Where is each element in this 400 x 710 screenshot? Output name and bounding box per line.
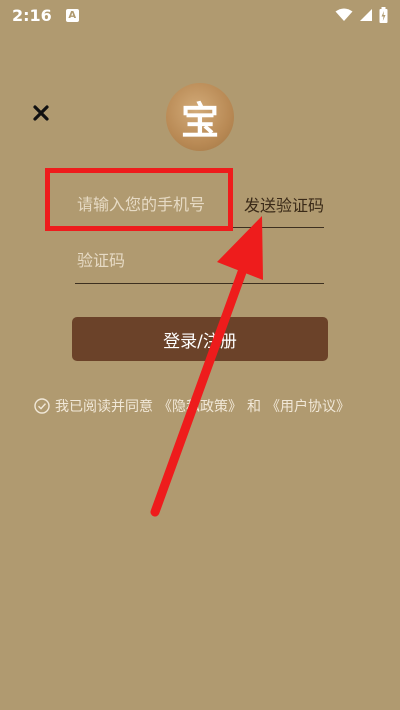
- arrow-shaft: [150, 245, 255, 517]
- battery-icon: [379, 7, 388, 23]
- send-code-button[interactable]: 发送验证码: [244, 192, 324, 216]
- notification-icon: A: [65, 8, 79, 22]
- agreement-text: 我已阅读并同意: [55, 399, 153, 415]
- status-bar: 2:16 A: [0, 0, 400, 30]
- login-register-button[interactable]: 登录/注册: [72, 317, 328, 361]
- annotation-highlight-box: [45, 168, 233, 231]
- app-logo: 宝: [166, 83, 234, 151]
- agreement-row: 我已阅读并同意 《隐私政策》 和 《用户协议》: [34, 396, 350, 416]
- status-time: 2:16: [12, 5, 52, 25]
- user-agreement-link[interactable]: 《用户协议》: [266, 396, 350, 416]
- logo-char: 宝: [180, 98, 219, 143]
- verification-code-input[interactable]: [75, 238, 324, 282]
- privacy-policy-link[interactable]: 《隐私政策》: [158, 396, 242, 416]
- wifi-icon: [335, 8, 353, 21]
- signal-icon: [360, 9, 372, 21]
- agreement-conjunction: 和: [247, 399, 261, 415]
- agreement-checkbox[interactable]: [34, 398, 50, 414]
- close-button[interactable]: [28, 100, 54, 126]
- close-icon: [33, 105, 49, 121]
- code-row: [75, 238, 324, 284]
- status-icons: [335, 7, 388, 23]
